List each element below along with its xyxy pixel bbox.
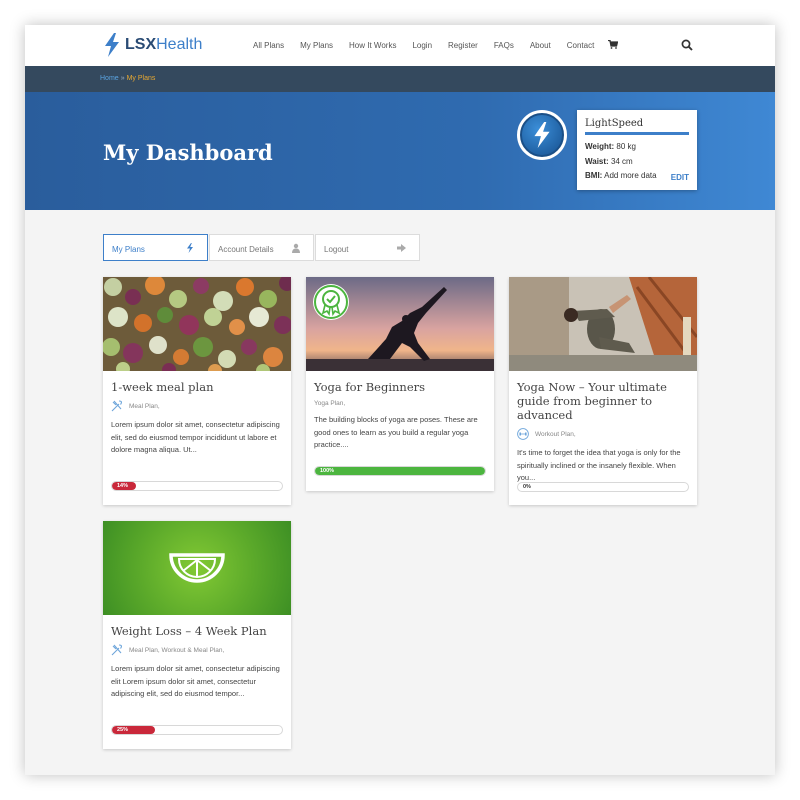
completed-badge-icon [313,284,349,320]
mixed-vegetables-photo [103,277,291,371]
progress-bar: 25% [111,725,283,735]
tab-my-plans[interactable]: My Plans [103,234,208,261]
plan-card[interactable]: 1-week meal plan Meal Plan, Lorem ipsum … [103,277,291,505]
nav-how-it-works[interactable]: How It Works [349,41,396,50]
tab-logout[interactable]: Logout [315,234,420,261]
yoga-pose-photo [509,277,697,371]
logo-text: LSXHealth [125,36,202,54]
card-meta-text[interactable]: Meal Plan, Workout & Meal Plan, [129,647,224,654]
card-description: The building blocks of yoga are poses. T… [314,415,478,449]
main-nav: All Plans My Plans How It Works Login Re… [253,25,634,66]
dumbbell-icon [517,428,529,440]
dashboard-hero: My Dashboard LightSpeed Weight: 80 kg Wa… [25,92,775,210]
plan-card[interactable]: Yoga for Beginners Yoga Plan, The buildi… [306,277,494,491]
logo-text-bold: LSX [125,36,157,53]
site-logo[interactable]: LSXHealth [103,33,202,57]
tab-label: Account Details [218,245,274,254]
progress-bar: 100% [314,466,486,476]
lime-slice-graphic [103,521,291,615]
nav-contact[interactable]: Contact [567,41,595,50]
progress-fill: 25% [112,726,155,734]
stat-bmi-value: Add more data [604,171,657,180]
user-icon [292,243,300,253]
nav-login[interactable]: Login [412,41,432,50]
dashboard-tabs: My Plans Account Details Logout [103,234,421,261]
yoga-sunset-photo [306,277,494,371]
stat-waist: Waist: 34 cm [585,155,689,170]
stat-bmi-label: BMI: [585,171,603,180]
progress-bar: 0% [517,482,689,492]
progress-fill: 14% [112,482,136,490]
card-meta: Meal Plan, [111,400,283,412]
card-meta: Meal Plan, Workout & Meal Plan, [111,644,283,656]
stat-waist-value: 34 cm [610,156,633,166]
card-meta-text[interactable]: Workout Plan, [535,431,576,438]
bolt-icon [187,243,193,253]
progress-bar: 14% [111,481,283,491]
nav-all-plans[interactable]: All Plans [253,41,284,50]
card-meta-text[interactable]: Yoga Plan, [314,400,345,407]
avatar[interactable] [517,110,567,160]
logo-text-rest: Health [156,36,203,53]
page-title: My Dashboard [103,140,273,165]
card-meta-text[interactable]: Meal Plan, [129,403,160,410]
card-description: It's time to forget the idea that yoga i… [517,448,681,482]
card-title[interactable]: Yoga Now – Your ultimate guide from begi… [517,380,689,422]
breadcrumb-current: My Plans [126,75,156,82]
profile-card: LightSpeed Weight: 80 kg Waist: 34 cm BM… [577,110,697,190]
stat-waist-label: Waist: [585,156,609,166]
plan-card[interactable]: Yoga Now – Your ultimate guide from begi… [509,277,697,505]
card-title[interactable]: Weight Loss – 4 Week Plan [111,624,283,638]
tab-label: My Plans [112,245,145,254]
breadcrumb-bar: Home» My Plans [25,66,775,92]
breadcrumb-separator: » [120,75,125,82]
nav-my-plans[interactable]: My Plans [300,41,333,50]
profile-name: LightSpeed [585,118,689,135]
card-title[interactable]: 1-week meal plan [111,380,283,394]
breadcrumb-home[interactable]: Home [100,75,119,82]
plan-card[interactable]: Weight Loss – 4 Week Plan Meal Plan, Wor… [103,521,291,749]
stat-weight: Weight: 80 kg [585,140,689,155]
tab-account-details[interactable]: Account Details [209,234,314,261]
lightning-bolt-icon [105,33,119,57]
card-meta: Yoga Plan, [314,400,486,407]
browser-frame: LSXHealth All Plans My Plans How It Work… [25,25,775,775]
stat-weight-value: 80 kg [616,142,636,151]
progress-fill: 100% [315,467,485,475]
nav-faqs[interactable]: FAQs [494,41,514,50]
edit-profile-link[interactable]: EDIT [671,173,689,182]
avatar-image [520,113,564,157]
nav-register[interactable]: Register [448,41,478,50]
card-title[interactable]: Yoga for Beginners [314,380,486,394]
card-description: Lorem ipsum dolor sit amet, consectetur … [111,420,280,454]
utensils-icon [111,644,123,656]
card-description: Lorem ipsum dolor sit amet, consectetur … [111,664,280,698]
utensils-icon [111,400,123,412]
cart-icon[interactable] [608,39,619,51]
sign-out-icon [397,244,406,252]
progress-label: 0% [523,484,531,490]
search-icon[interactable] [681,39,693,51]
nav-about[interactable]: About [530,41,551,50]
site-header: LSXHealth All Plans My Plans How It Work… [25,25,775,66]
lightning-bolt-icon [534,122,550,148]
tab-label: Logout [324,245,349,254]
breadcrumb: Home» My Plans [100,75,155,82]
lime-icon [169,553,225,583]
stat-weight-label: Weight: [585,142,615,151]
card-meta: Workout Plan, [517,428,689,440]
